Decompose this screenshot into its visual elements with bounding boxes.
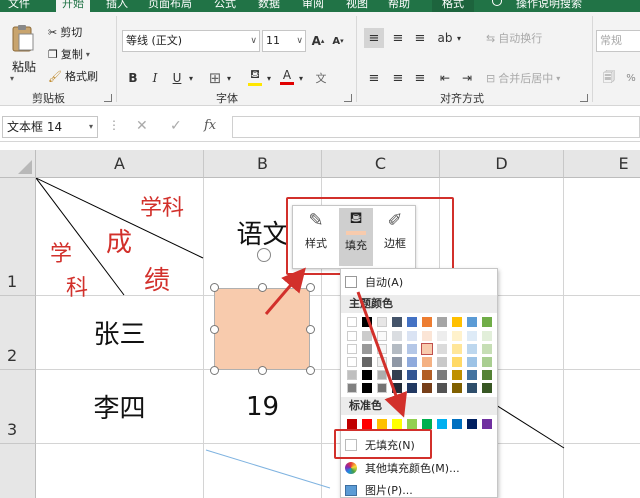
annotation-arrows <box>264 267 408 418</box>
